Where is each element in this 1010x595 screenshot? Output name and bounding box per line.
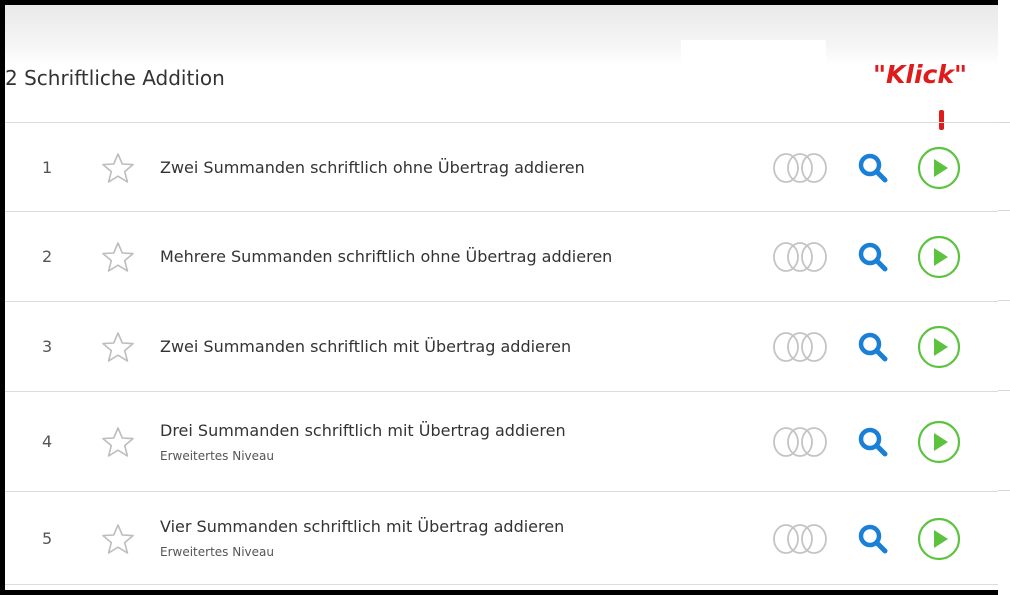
star-icon[interactable] xyxy=(101,331,135,363)
exercise-number: 1 xyxy=(42,157,53,177)
search-icon[interactable] xyxy=(856,330,890,364)
exercise-number: 2 xyxy=(42,247,53,266)
exercise-text: Drei Summanden schriftlich mit Übertrag … xyxy=(160,392,740,491)
search-icon[interactable] xyxy=(856,151,890,185)
progress-rings-icon xyxy=(770,522,834,556)
exercise-text: Zwei Summanden schriftlich ohne Übertrag… xyxy=(160,123,740,211)
exercise-number: 4 xyxy=(42,432,53,451)
search-icon[interactable] xyxy=(856,240,890,274)
exercise-text: Mehrere Summanden schriftlich ohne Übert… xyxy=(160,212,740,301)
section-title: 2 Schriftliche Addition xyxy=(5,66,225,90)
exercise-subtitle: Erweitertes Niveau xyxy=(160,448,274,463)
progress-rings-icon xyxy=(770,330,834,364)
exercise-row: 3 Zwei Summanden schriftlich mit Übertrag… xyxy=(5,301,998,391)
play-icon[interactable] xyxy=(917,325,961,369)
klick-annotation: "Klick" xyxy=(873,60,968,89)
star-icon[interactable] xyxy=(101,523,135,555)
play-icon[interactable] xyxy=(917,235,961,279)
exercise-number: 3 xyxy=(42,337,53,356)
exercise-row: 5 Vier Summanden schriftlich mit Übertrag… xyxy=(5,491,998,585)
exercise-subtitle: Erweitertes Niveau xyxy=(160,545,274,559)
play-icon[interactable] xyxy=(917,420,961,464)
star-icon[interactable] xyxy=(101,152,135,184)
star-icon[interactable] xyxy=(101,426,135,458)
exercise-text: Vier Summanden schriftlich mit Übertrag … xyxy=(160,492,740,584)
exercise-title[interactable]: Zwei Summanden schriftlich mit Übertrag … xyxy=(160,337,740,356)
star-icon[interactable] xyxy=(101,241,135,273)
progress-rings-icon xyxy=(770,151,834,185)
exercise-number: 5 xyxy=(42,528,53,548)
exercise-row: 4 Drei Summanden schriftlich mit Übertrag… xyxy=(5,391,998,491)
exercise-title[interactable]: Drei Summanden schriftlich mit Übertrag … xyxy=(160,421,740,440)
panel-header-background xyxy=(5,5,998,65)
exercise-title[interactable]: Zwei Summanden schriftlich ohne Übertrag… xyxy=(160,158,740,177)
header-highlight xyxy=(681,40,826,70)
exercise-row: 1 Zwei Summanden schriftlich ohne Übertra… xyxy=(5,122,998,211)
search-icon[interactable] xyxy=(856,425,890,459)
exercise-text: Zwei Summanden schriftlich mit Übertrag … xyxy=(160,302,740,391)
play-icon[interactable] xyxy=(917,517,961,561)
exercise-title[interactable]: Vier Summanden schriftlich mit Übertrag … xyxy=(160,517,740,536)
right-edge-strip xyxy=(998,0,1010,595)
exercise-title[interactable]: Mehrere Summanden schriftlich ohne Übert… xyxy=(160,247,740,266)
exercise-row: 2 Mehrere Summanden schriftlich ohne Über… xyxy=(5,211,998,301)
play-icon[interactable] xyxy=(917,146,961,190)
search-icon[interactable] xyxy=(856,522,890,556)
progress-rings-icon xyxy=(770,425,834,459)
progress-rings-icon xyxy=(770,240,834,274)
